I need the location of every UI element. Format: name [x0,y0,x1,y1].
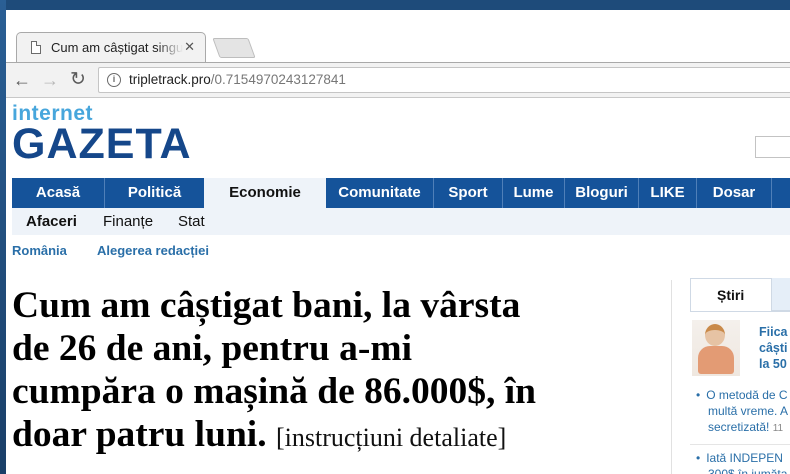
headline-note: [instrucțiuni detaliate] [275,423,507,452]
featured-line: la 50 [759,357,787,371]
nav-item-politica[interactable]: Politică [105,178,204,208]
nav-item-comunitate[interactable]: Comunitate [326,178,433,208]
nav-item-dosar[interactable]: Dosar [697,178,771,208]
bullet-icon: • [696,388,701,402]
info-icon[interactable]: i [107,73,121,87]
news-line: 300$ în jumăta [708,467,788,474]
tab-strip: Cum am câștigat singură ✕ [6,10,790,62]
forward-button[interactable]: → [40,69,60,91]
nav-item-acasa[interactable]: Acasă [12,178,104,208]
reload-button[interactable]: ↻ [68,69,88,91]
subnav-item-afaceri[interactable]: Afaceri [26,213,77,230]
search-input[interactable] [755,136,790,158]
headline-line: cumpăra o mașină de 86.000$, în [12,371,536,412]
browser-tab[interactable]: Cum am câștigat singură ✕ [16,32,206,62]
news-divider [690,444,790,445]
subnav-item-stat[interactable]: Stat [178,213,205,230]
thumbnail-figure-body [698,346,734,374]
close-tab-icon[interactable]: ✕ [184,39,195,55]
tab-title: Cum am câștigat singură [51,40,183,55]
nav-separator [771,178,772,208]
news-item[interactable]: • O metodă de C multă vreme. A secretizat… [696,387,788,437]
news-item[interactable]: • Iată INDEPEN 300$ în jumăta [696,450,787,474]
news-line: secretizată! [708,420,770,434]
featured-line: câști [759,341,788,355]
url-text: tripletrack.pro/0.7154970243127841 [129,72,346,87]
logo-gazeta[interactable]: GAZETA [12,120,192,168]
news-line: Iată INDEPEN [706,451,783,465]
new-tab-button[interactable] [212,38,256,58]
page-icon [31,41,41,54]
tab-stiri-label: Știri [717,287,745,303]
bullet-icon: • [696,451,701,465]
nav-item-bloguri[interactable]: Bloguri [565,178,638,208]
thumbnail-figure-head [705,324,725,346]
nav-item-like[interactable]: LIKE [639,178,696,208]
back-button[interactable]: ← [12,69,32,91]
nav-item-lume[interactable]: Lume [503,178,564,208]
section-links: România Alegerea redacției [12,236,790,262]
news-sidebar: Știri Fiica câști la 50 • O metodă de C m… [690,278,790,474]
headline-line: de 26 de ani, pentru a-mi [12,328,413,369]
section-link-alegerea-redactiei[interactable]: Alegerea redacției [97,243,209,258]
subnav-item-finante[interactable]: Finanțe [103,213,153,230]
column-divider [671,280,672,474]
sidebar-divider [690,311,790,312]
desktop-background [0,0,790,10]
featured-line: Fiica [759,325,788,339]
main-nav: Acasă Politică Economie Comunitate Sport… [12,178,790,208]
news-time: 11 [772,423,784,434]
browser-window: Cum am câștigat singură ✕ ← → ↻ i triple… [6,10,790,474]
browser-toolbar: ← → ↻ i tripletrack.pro/0.71549702431278… [6,62,790,98]
address-bar[interactable]: i tripletrack.pro/0.7154970243127841 [98,67,790,93]
featured-story-link[interactable]: Fiica câști la 50 [759,324,788,372]
headline-line: Cum am câștigat bani, la vârsta [12,285,521,326]
news-line: O metodă de C [706,388,788,402]
featured-thumbnail[interactable] [692,320,740,376]
url-path: /0.7154970243127841 [210,72,346,87]
news-line: multă vreme. A [708,404,789,418]
headline-line-last: doar patru luni. [instrucțiuni detaliate… [12,413,662,459]
sub-nav: Afaceri Finanțe Stat [12,208,790,235]
nav-item-economie[interactable]: Economie [204,178,326,208]
nav-item-sport[interactable]: Sport [434,178,502,208]
tab-stiri[interactable]: Știri [690,278,772,311]
sidebar-tab-strip [772,278,790,311]
headline-line: doar patru luni. [12,414,267,455]
url-host: tripletrack.pro [129,72,211,87]
section-link-romania[interactable]: România [12,243,67,258]
web-page: internet GAZETA Acasă Politică Economie … [6,98,790,474]
article-headline[interactable]: Cum am câștigat bani, la vârsta de 26 de… [12,284,662,459]
